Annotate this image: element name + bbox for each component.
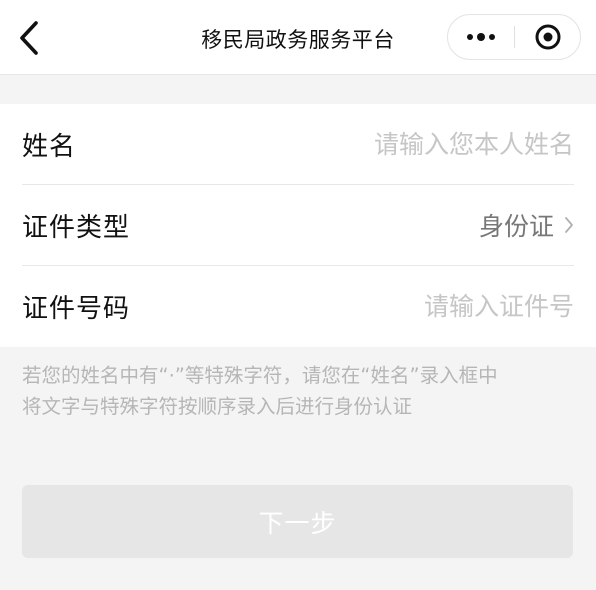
miniprogram-capsule [447, 14, 581, 60]
id-type-row[interactable]: 证件类型 身份证 [22, 185, 574, 266]
special-character-hint: 若您的姓名中有“·”等特殊字符，请您在“姓名”录入框中 将文字与特殊字符按顺序录… [22, 360, 582, 422]
hint-line-1: 若您的姓名中有“·”等特殊字符，请您在“姓名”录入框中 [22, 364, 498, 387]
id-number-input[interactable] [274, 292, 574, 321]
id-type-label: 证件类型 [22, 212, 131, 243]
id-type-value: 身份证 [478, 212, 554, 241]
hint-line-2: 将文字与特殊字符按顺序录入后进行身份认证 [22, 395, 413, 418]
name-row: 姓名 [22, 104, 574, 185]
id-number-row: 证件号码 [22, 266, 574, 347]
target-circle-icon [535, 24, 561, 50]
identity-form: 姓名 证件类型 身份证 证件号码 [0, 104, 596, 347]
more-button[interactable] [448, 15, 514, 59]
close-miniprogram-button[interactable] [515, 15, 581, 59]
name-input[interactable] [274, 129, 574, 159]
top-nav-bar: 移民局政务服务平台 [0, 0, 596, 75]
more-dots-icon [467, 33, 495, 41]
chevron-right-icon [565, 217, 573, 233]
next-step-button[interactable]: 下一步 [22, 485, 573, 558]
id-number-label: 证件号码 [22, 294, 131, 324]
id-type-select[interactable]: 身份证 [479, 207, 574, 243]
name-label: 姓名 [22, 131, 77, 162]
